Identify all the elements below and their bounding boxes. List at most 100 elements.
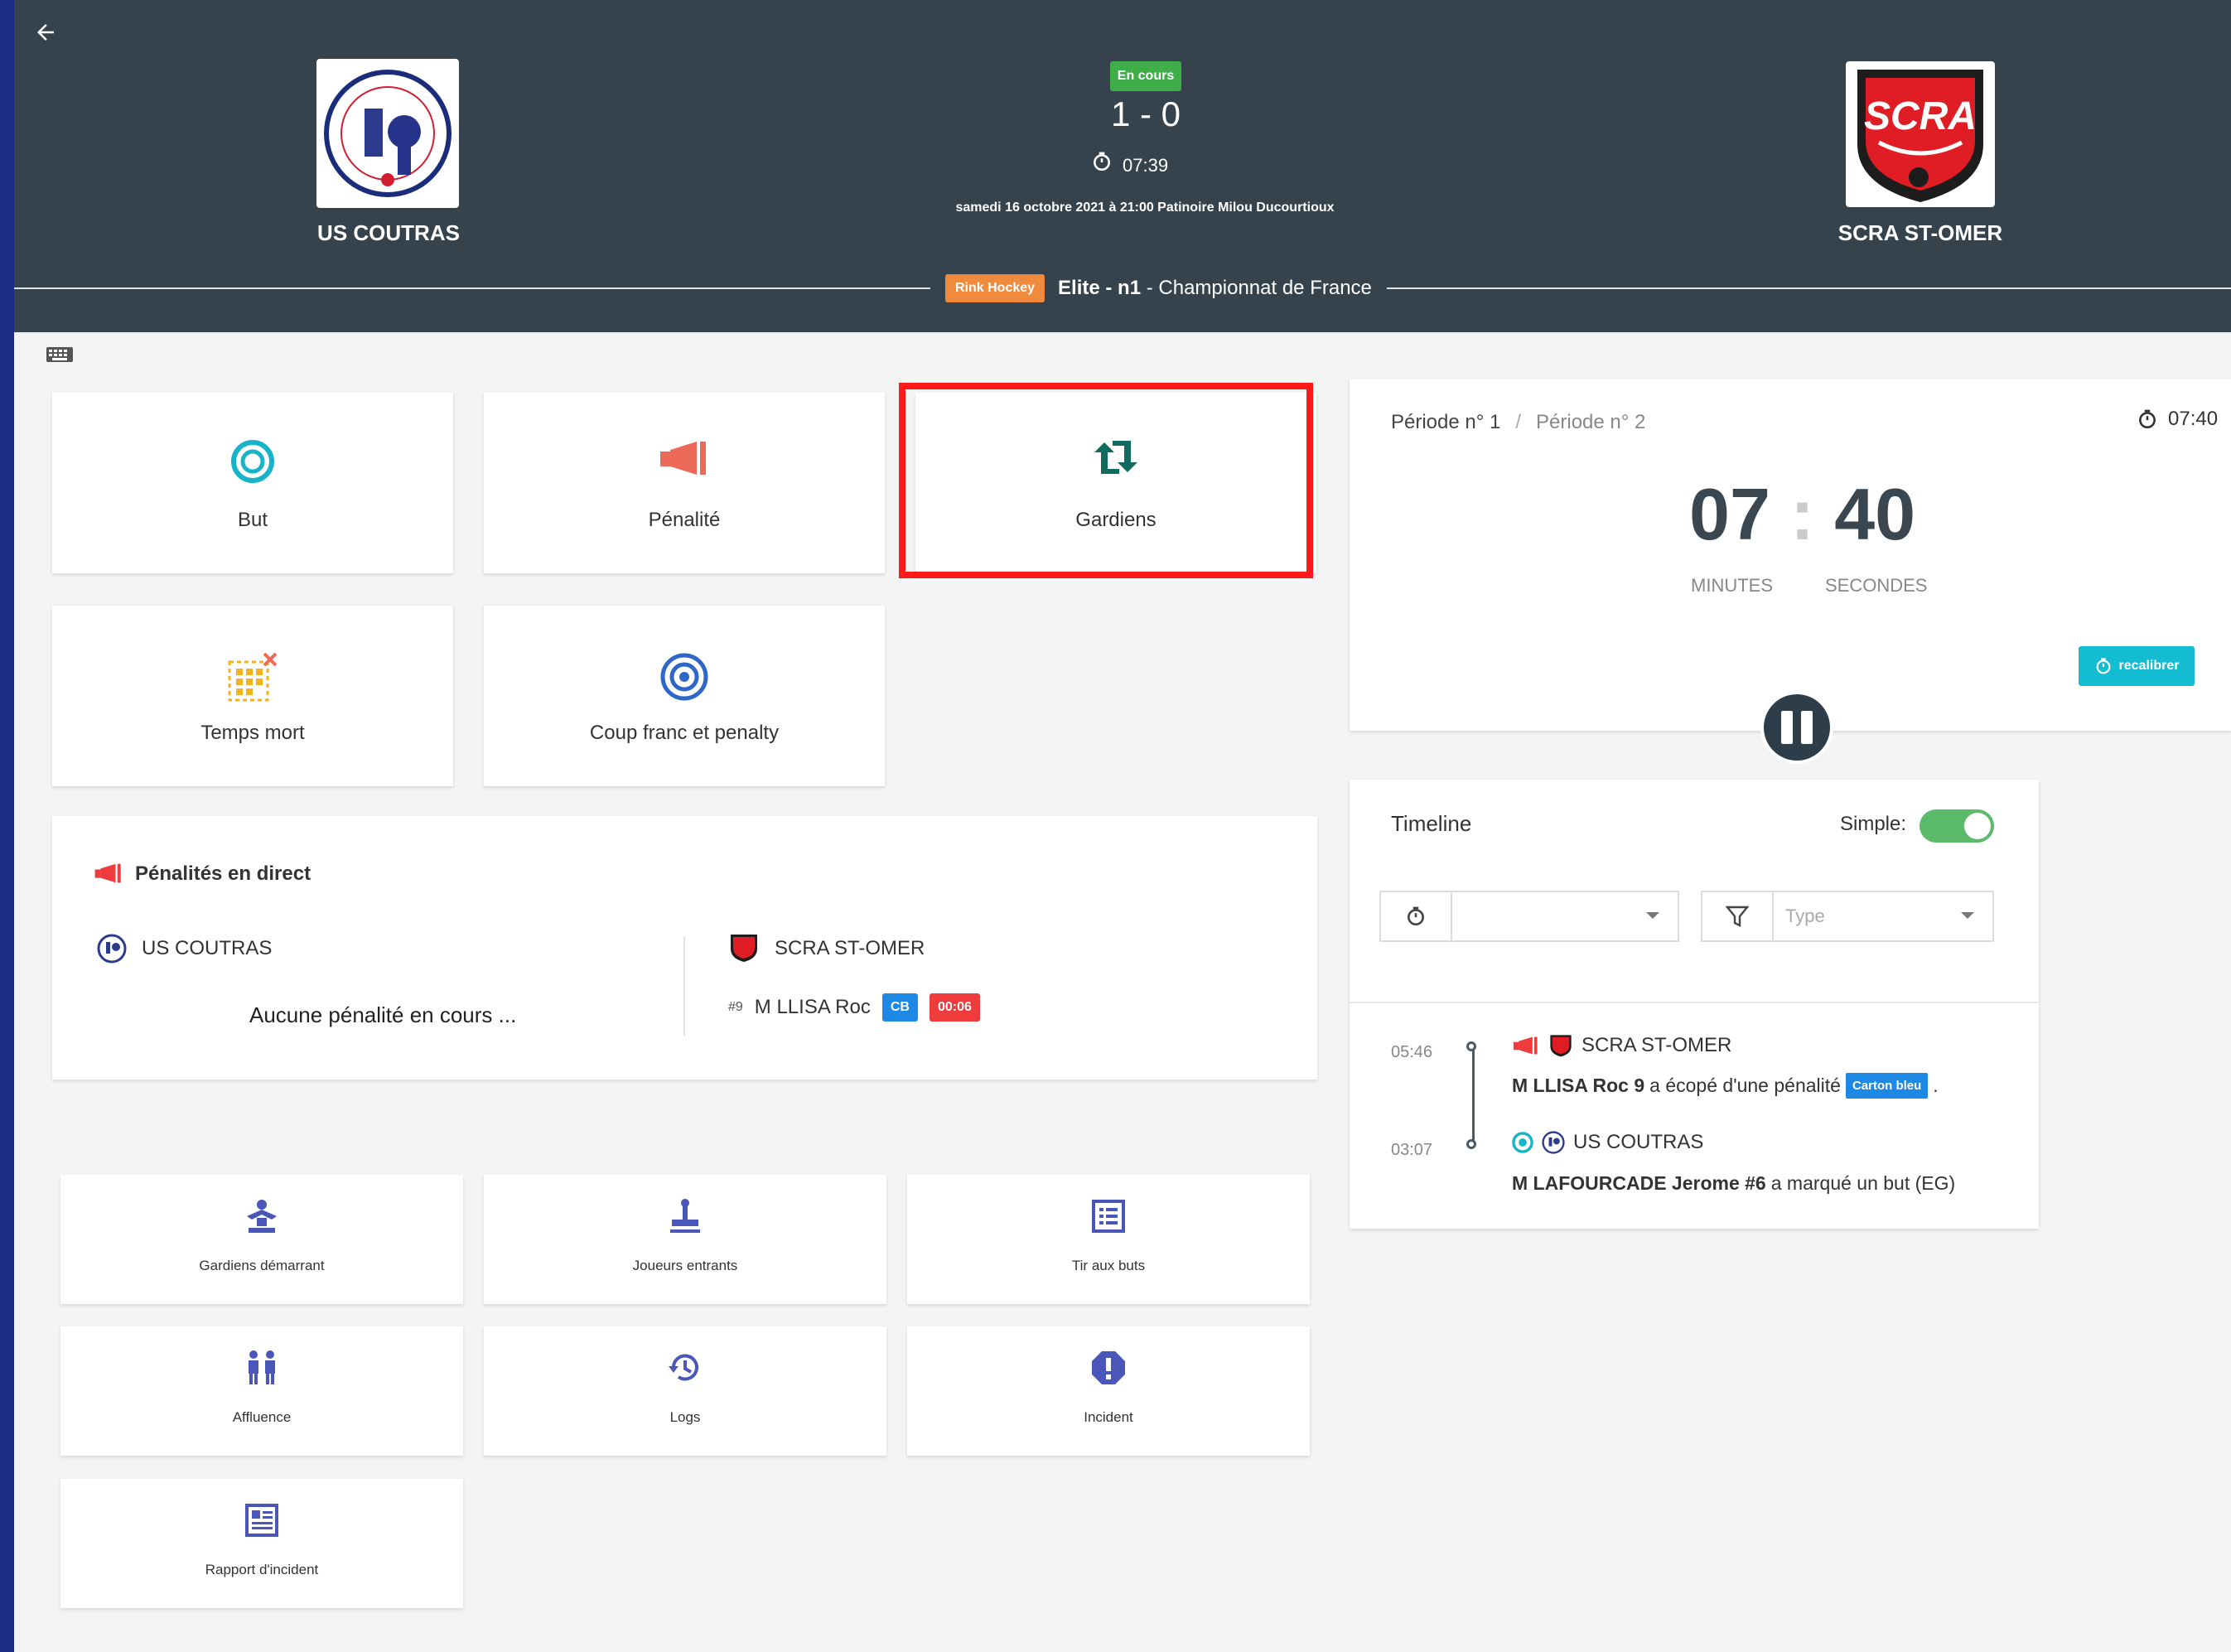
event-time: 05:46 — [1391, 1043, 1433, 1061]
stopwatch-icon — [2096, 658, 2110, 674]
secondary-action-label: Gardiens démarrant — [199, 1258, 325, 1273]
competition-label: Elite - n1 - Championnat de France — [1058, 277, 1372, 300]
bullseye-icon — [660, 653, 708, 701]
penalty-time-badge: 00:06 — [929, 993, 980, 1022]
action-label: But — [237, 509, 268, 531]
period-elapsed-value: 07:40 — [2168, 408, 2219, 430]
player-name: M LLISA Roc — [754, 996, 871, 1018]
event-player: M LLISA Roc 9 — [1512, 1075, 1645, 1096]
history-icon — [669, 1354, 698, 1381]
status-badge: En cours — [1110, 61, 1181, 91]
penalty-row: #9 M LLISA Roc CB 00:06 — [728, 993, 980, 1022]
timeline-title: Timeline — [1391, 811, 1472, 836]
sport-badge: Rink Hockey — [945, 274, 1045, 302]
event-header: US COUTRAS — [1512, 1131, 1703, 1154]
period-timer-card: Période n° 1 / Période n° 2 07:40 07:40 MI… — [1350, 379, 2231, 731]
breadcrumb-separator: / — [1515, 411, 1522, 433]
penalties-away-team: SCRA ST-OMER — [775, 937, 925, 959]
action-label: Coup franc et penalty — [589, 722, 780, 744]
event-team: US COUTRAS — [1573, 1131, 1704, 1153]
penalties-home-team: US COUTRAS — [142, 937, 273, 959]
action-label: Temps mort — [200, 722, 305, 744]
list-box-icon — [1092, 1200, 1125, 1233]
minutes-label: MINUTES — [1691, 575, 1773, 596]
filter-icon — [1726, 906, 1749, 927]
match-chrono: 07:39 — [1091, 149, 1224, 182]
secondary-action-label: Logs — [669, 1409, 701, 1425]
report-icon — [245, 1504, 278, 1537]
pause-button[interactable] — [1760, 691, 1833, 764]
live-penalties-panel: Pénalités en direct US COUTRAS Aucune pé… — [52, 816, 1317, 1080]
timer-colon: : — [1789, 473, 1815, 555]
seconds-label: SECONDES — [1825, 575, 1928, 596]
pause-bar-right — [1801, 711, 1813, 744]
card-badge: CB — [881, 993, 918, 1022]
home-team-mini-logo — [1542, 1131, 1565, 1154]
affluence-button[interactable]: Affluence — [60, 1326, 463, 1456]
type-filter-select[interactable]: Type — [1701, 891, 1994, 942]
back-button[interactable] — [21, 12, 70, 55]
timeline-dot — [1466, 1041, 1476, 1051]
timeline-line — [1472, 1046, 1475, 1144]
home-team-name: US COUTRAS — [317, 220, 460, 245]
period-2-tab[interactable]: Période n° 2 — [1536, 411, 1645, 433]
megaphone-icon — [660, 442, 706, 475]
event-player: M LAFOURCADE Jerome #6 — [1512, 1172, 1766, 1194]
toggle-knob — [1964, 813, 1991, 839]
divider — [1350, 1002, 2039, 1003]
away-team-mini-logo — [1550, 1035, 1572, 1057]
arrow-left-icon — [37, 24, 54, 41]
simple-label: Simple: — [1840, 813, 1907, 835]
logs-button[interactable]: Logs — [484, 1326, 886, 1456]
secondary-action-label: Tir aux buts — [1071, 1258, 1146, 1273]
competition-info: Rink Hockey Elite - n1 - Championnat de … — [930, 270, 1387, 307]
period-1-tab[interactable]: Période n° 1 — [1391, 411, 1500, 433]
action-label: Pénalité — [648, 509, 721, 531]
chevron-down-icon — [1646, 912, 1659, 919]
pause-bar-left — [1781, 711, 1793, 744]
recalibrate-label: recalibrer — [2118, 659, 2180, 673]
score: 1 - 0 — [1110, 94, 1181, 133]
event-description: M LLISA Roc 9 a écopé d'une pénalité Car… — [1512, 1073, 1939, 1099]
penalties-title: Pénalités en direct — [135, 862, 311, 885]
alert-octagon-icon — [1092, 1351, 1125, 1384]
timer-minutes: 07 — [1689, 473, 1770, 555]
recalibrate-button[interactable]: recalibrer — [2079, 646, 2195, 686]
stopwatch-icon — [1091, 150, 1113, 183]
stopwatch-icon — [2139, 409, 2156, 429]
time-filter-select[interactable] — [1379, 891, 1679, 942]
stopwatch-icon — [1408, 906, 1424, 926]
timeline-panel: Timeline Simple: Type 05:46 SCRA ST-OMER… — [1350, 780, 2039, 1229]
secondary-action-label: Rapport d'incident — [205, 1562, 319, 1577]
match-header: US COUTRAS En cours 1 - 0 07:39 samedi 1… — [14, 0, 2231, 332]
secondary-action-label: Affluence — [232, 1409, 292, 1425]
keyboard-icon[interactable] — [46, 345, 74, 365]
gardiens-demarrant-button[interactable]: Gardiens démarrant — [60, 1175, 463, 1304]
away-team-logo-text: SCRA — [1864, 94, 1977, 138]
megaphone-icon — [94, 862, 123, 888]
competition-name: - Championnat de France — [1141, 277, 1372, 299]
megaphone-icon — [1513, 1036, 1538, 1055]
rapport-incident-button[interactable]: Rapport d'incident — [60, 1479, 463, 1608]
action-coup-franc-button[interactable]: Coup franc et penalty — [484, 606, 885, 786]
action-temps-mort-button[interactable]: Temps mort — [52, 606, 453, 786]
timeline-dot — [1466, 1139, 1476, 1149]
action-but-button[interactable]: But — [52, 393, 453, 573]
event-text: a écopé d'une pénalité — [1649, 1075, 1841, 1096]
tir-aux-buts-button[interactable]: Tir aux buts — [907, 1175, 1310, 1304]
player-number: #9 — [728, 1000, 743, 1014]
action-penalite-button[interactable]: Pénalité — [484, 393, 885, 573]
away-team-mini-logo — [728, 932, 760, 968]
action-gardiens-button[interactable]: Gardiens — [915, 393, 1316, 573]
match-info: samedi 16 octobre 2021 à 21:00 Patinoire… — [955, 200, 1335, 215]
event-description: M LAFOURCADE Jerome #6 a marqué un but (… — [1512, 1172, 1955, 1195]
simple-toggle[interactable] — [1920, 809, 1994, 843]
stamp-icon — [670, 1199, 700, 1233]
period-elapsed: 07:40 — [2137, 408, 2218, 431]
page: US COUTRAS En cours 1 - 0 07:39 samedi 1… — [14, 0, 2231, 1652]
event-header: SCRA ST-OMER — [1512, 1033, 1731, 1058]
joueurs-entrants-button[interactable]: Joueurs entrants — [484, 1175, 886, 1304]
swap-icon — [1094, 441, 1137, 474]
event-time: 03:07 — [1391, 1141, 1433, 1159]
incident-button[interactable]: Incident — [907, 1326, 1310, 1456]
